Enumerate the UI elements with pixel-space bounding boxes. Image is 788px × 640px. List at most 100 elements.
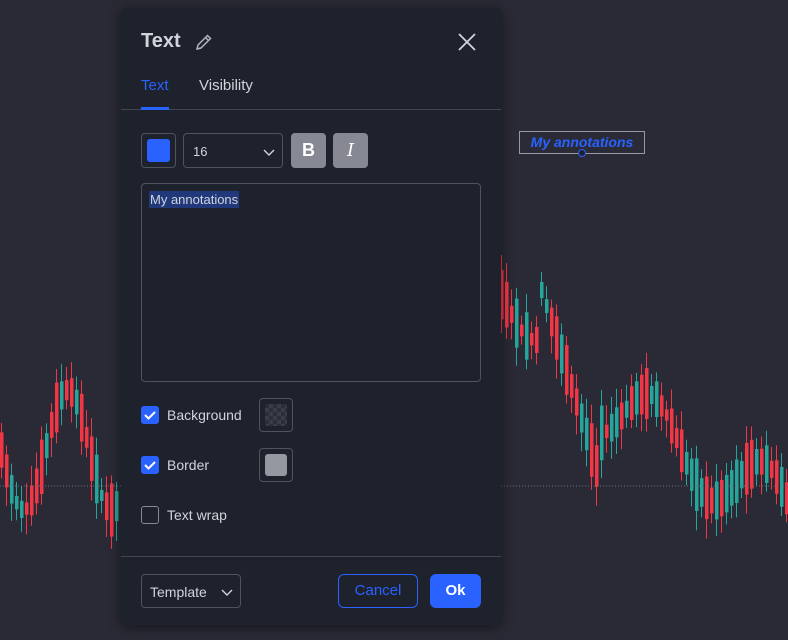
candle-body bbox=[90, 436, 94, 481]
candle-body bbox=[735, 459, 739, 503]
candle-body bbox=[635, 381, 639, 415]
candle-body bbox=[655, 381, 659, 417]
candle-body bbox=[600, 405, 604, 461]
candle-body bbox=[70, 378, 74, 407]
candle-body bbox=[15, 495, 19, 510]
pencil-icon[interactable] bbox=[194, 32, 214, 52]
chevron-down-icon bbox=[262, 145, 276, 159]
candle-body bbox=[10, 475, 14, 504]
candle-body bbox=[745, 443, 749, 495]
candle-body bbox=[675, 428, 679, 449]
candle-body bbox=[570, 374, 574, 398]
border-checkbox[interactable] bbox=[141, 456, 159, 474]
candle-body bbox=[65, 380, 69, 401]
candle-body bbox=[680, 429, 684, 473]
candle-body bbox=[510, 305, 514, 323]
dialog-header: Text bbox=[121, 8, 501, 76]
italic-toggle-button[interactable]: I bbox=[333, 133, 368, 168]
background-color-button[interactable] bbox=[259, 398, 293, 432]
check-icon bbox=[144, 411, 156, 420]
candle-body bbox=[640, 374, 644, 415]
candle-body bbox=[695, 458, 699, 512]
bold-toggle-button[interactable]: B bbox=[291, 133, 326, 168]
text-color-button[interactable] bbox=[141, 133, 176, 168]
candle-body bbox=[55, 382, 59, 433]
candle-body bbox=[730, 470, 734, 506]
candle-body bbox=[525, 312, 529, 360]
font-size-select[interactable]: 16 bbox=[183, 133, 283, 168]
candle-body bbox=[660, 395, 664, 417]
annotation-text-input[interactable]: My annotations bbox=[141, 183, 481, 382]
candle-body bbox=[605, 424, 609, 439]
candle-body bbox=[715, 481, 719, 520]
candle-body bbox=[545, 299, 549, 313]
tab-text[interactable]: Text bbox=[141, 76, 169, 110]
candle-body bbox=[590, 423, 594, 477]
candle-body bbox=[520, 324, 524, 337]
candle-body bbox=[710, 487, 714, 514]
template-label: Template bbox=[150, 584, 207, 600]
close-icon[interactable] bbox=[455, 30, 479, 54]
candle-body bbox=[775, 460, 779, 494]
candle-body bbox=[45, 433, 49, 459]
candle-body bbox=[550, 307, 554, 337]
candle-body bbox=[505, 281, 509, 328]
candle-body bbox=[740, 461, 744, 489]
background-label: Background bbox=[167, 407, 242, 423]
cancel-button[interactable]: Cancel bbox=[338, 574, 418, 608]
candle-body bbox=[95, 454, 99, 504]
background-checkbox[interactable] bbox=[141, 406, 159, 424]
candle-body bbox=[770, 460, 774, 478]
candle-body bbox=[610, 413, 614, 442]
dialog-title: Text bbox=[141, 30, 181, 52]
font-size-value: 16 bbox=[193, 144, 208, 159]
candle-body bbox=[625, 400, 629, 418]
candle-body bbox=[665, 409, 669, 421]
ok-button[interactable]: Ok bbox=[430, 574, 481, 608]
candle-body bbox=[5, 454, 9, 488]
candle-body bbox=[85, 427, 89, 448]
candle-body bbox=[50, 412, 54, 438]
candle-body bbox=[705, 476, 709, 520]
template-dropdown[interactable]: Template bbox=[141, 574, 241, 608]
candle-body bbox=[760, 448, 764, 475]
candle-body bbox=[645, 368, 649, 419]
candle-body bbox=[595, 445, 599, 487]
candle-body bbox=[780, 466, 784, 507]
transparent-swatch bbox=[265, 404, 287, 426]
candle-body bbox=[515, 298, 519, 348]
candle-body bbox=[105, 492, 109, 521]
text-color-swatch bbox=[147, 139, 170, 162]
candle-body bbox=[80, 393, 84, 442]
border-color-button[interactable] bbox=[259, 448, 293, 482]
candle-body bbox=[0, 432, 4, 468]
selected-text: My annotations bbox=[149, 191, 240, 208]
candle-body bbox=[100, 489, 104, 501]
candle-body bbox=[575, 388, 579, 416]
border-option: Border bbox=[141, 448, 341, 482]
candle-body bbox=[720, 479, 724, 517]
text-wrap-checkbox[interactable] bbox=[141, 506, 159, 524]
annotation-anchor-handle[interactable] bbox=[578, 149, 586, 157]
check-icon bbox=[144, 461, 156, 470]
text-settings-dialog: Text Text Visibility 16 B I My annotatio… bbox=[121, 8, 501, 625]
candle-body bbox=[560, 334, 564, 374]
candle-body bbox=[650, 385, 654, 405]
candle-body bbox=[580, 403, 584, 433]
candle-body bbox=[535, 326, 539, 353]
tab-visibility[interactable]: Visibility bbox=[199, 76, 253, 110]
candle-body bbox=[30, 485, 34, 516]
text-wrap-label: Text wrap bbox=[167, 507, 227, 523]
candle-body bbox=[110, 483, 114, 537]
border-color-swatch bbox=[265, 454, 287, 476]
candle-body bbox=[540, 281, 544, 299]
candle-body bbox=[115, 491, 119, 522]
dialog-tabs: Text Visibility bbox=[121, 76, 501, 110]
candle-body bbox=[530, 333, 534, 346]
candle-body bbox=[630, 386, 634, 420]
candle-body bbox=[685, 451, 689, 475]
candle-body bbox=[585, 417, 589, 451]
candle-body bbox=[75, 389, 79, 415]
dialog-footer: Template Cancel Ok bbox=[121, 556, 501, 625]
candle-body bbox=[670, 408, 674, 444]
